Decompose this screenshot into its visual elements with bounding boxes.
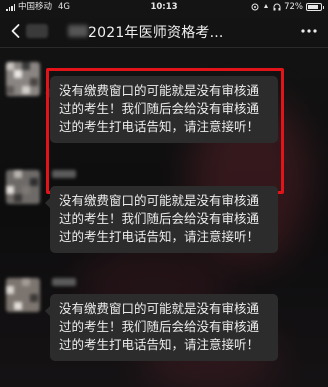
- status-right: 72%: [251, 0, 324, 14]
- sender-name-redacted: [52, 170, 76, 178]
- status-bar: 中国移动 4G 10:13 72%: [0, 0, 328, 14]
- sender-name-redacted: [52, 278, 76, 286]
- avatar[interactable]: [6, 170, 40, 204]
- nav-bar: 2021年医师资格考...: [0, 16, 328, 46]
- chat-screen: 中国移动 4G 10:13 72% 2021年医师资格考... 没有缴费窗口的可…: [0, 0, 328, 387]
- chat-message: 没有缴费窗口的可能就是没有审核通过的考生！我们随后会给没有审核通过的考生打电话告…: [6, 170, 322, 280]
- chevron-left-icon[interactable]: [8, 23, 24, 39]
- unread-count-badge[interactable]: [26, 24, 48, 38]
- message-text: 没有缴费窗口的可能就是没有审核通过的考生！我们随后会给没有审核通过的考生打电话告…: [59, 301, 260, 352]
- battery-icon: [306, 3, 324, 11]
- avatar[interactable]: [6, 62, 40, 96]
- title-redacted-prefix: [68, 25, 88, 37]
- alarm-icon: [264, 4, 269, 8]
- location-icon: [251, 3, 259, 11]
- avatar[interactable]: [6, 278, 40, 312]
- message-bubble[interactable]: 没有缴费窗口的可能就是没有审核通过的考生！我们随后会给没有审核通过的考生打电话告…: [45, 186, 278, 253]
- headphones-icon: [273, 3, 281, 11]
- message-text: 没有缴费窗口的可能就是没有审核通过的考生！我们随后会给没有审核通过的考生打电话告…: [59, 193, 260, 244]
- chat-message: 没有缴费窗口的可能就是没有审核通过的考生！我们随后会给没有审核通过的考生打电话告…: [6, 278, 322, 387]
- chat-title[interactable]: 2021年医师资格考...: [88, 22, 224, 42]
- battery-percent: 72%: [284, 2, 303, 12]
- more-dots-icon[interactable]: [300, 28, 318, 34]
- message-bubble[interactable]: 没有缴费窗口的可能就是没有审核通过的考生！我们随后会给没有审核通过的考生打电话告…: [45, 294, 278, 361]
- member-count: [246, 24, 260, 37]
- nav-divider: [0, 47, 328, 48]
